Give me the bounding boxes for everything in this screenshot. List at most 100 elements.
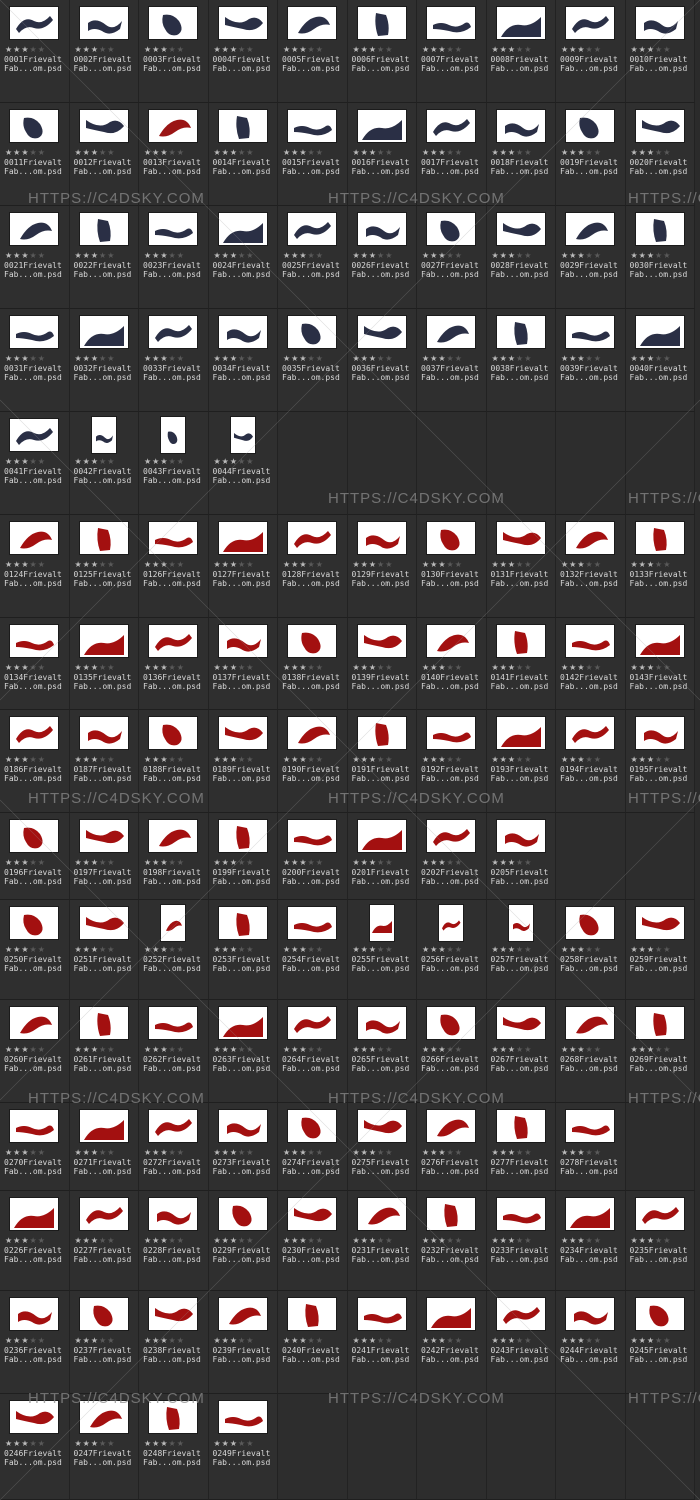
file-thumbnail-item[interactable]: ★★★★★ 0195Frievalt Fab...om.psd [625, 710, 695, 813]
file-thumbnail-item[interactable]: ★★★★★ 0031Frievalt Fab...om.psd [0, 309, 70, 412]
file-thumbnail-item[interactable]: ★★★★★ 0201Frievalt Fab...om.psd [347, 813, 417, 900]
file-thumbnail-item[interactable]: ★★★★★ 0012Frievalt Fab...om.psd [69, 103, 139, 206]
file-thumbnail-item[interactable]: ★★★★★ 0143Frievalt Fab...om.psd [625, 618, 695, 710]
file-thumbnail-item[interactable]: ★★★★★ 0231Frievalt Fab...om.psd [347, 1191, 417, 1291]
rating-stars[interactable]: ★★★★★ [631, 251, 672, 260]
rating-stars[interactable]: ★★★★★ [283, 148, 324, 157]
file-thumbnail-item[interactable]: ★★★★★ 0036Frievalt Fab...om.psd [347, 309, 417, 412]
file-thumbnail-item[interactable]: ★★★★★ 0138Frievalt Fab...om.psd [278, 618, 348, 710]
rating-stars[interactable]: ★★★★★ [492, 251, 533, 260]
rating-stars[interactable]: ★★★★★ [422, 148, 463, 157]
file-thumbnail-item[interactable]: ★★★★★ 0004Frievalt Fab...om.psd [208, 0, 278, 103]
file-thumbnail-item[interactable]: ★★★★★ 0186Frievalt Fab...om.psd [0, 710, 70, 813]
rating-stars[interactable]: ★★★★★ [75, 663, 116, 672]
file-thumbnail-item[interactable]: ★★★★★ 0009Frievalt Fab...om.psd [556, 0, 626, 103]
file-thumbnail-item[interactable]: ★★★★★ 0187Frievalt Fab...om.psd [69, 710, 139, 813]
file-thumbnail-item[interactable]: ★★★★★ 0190Frievalt Fab...om.psd [278, 710, 348, 813]
file-thumbnail-item[interactable]: ★★★★★ 0272Frievalt Fab...om.psd [139, 1103, 209, 1191]
rating-stars[interactable]: ★★★★★ [5, 1336, 46, 1345]
file-thumbnail-item[interactable]: ★★★★★ 0041Frievalt Fab...om.psd [0, 412, 70, 515]
rating-stars[interactable]: ★★★★★ [492, 1236, 533, 1245]
rating-stars[interactable]: ★★★★★ [75, 1236, 116, 1245]
rating-stars[interactable]: ★★★★★ [492, 354, 533, 363]
file-thumbnail-item[interactable]: ★★★★★ 0260Frievalt Fab...om.psd [0, 1000, 70, 1103]
file-thumbnail-item[interactable]: ★★★★★ 0130Frievalt Fab...om.psd [417, 515, 487, 618]
file-thumbnail-item[interactable]: ★★★★★ 0189Frievalt Fab...om.psd [208, 710, 278, 813]
rating-stars[interactable]: ★★★★★ [283, 945, 324, 954]
rating-stars[interactable]: ★★★★★ [75, 1148, 116, 1157]
file-thumbnail-item[interactable]: ★★★★★ 0251Frievalt Fab...om.psd [69, 900, 139, 1000]
rating-stars[interactable]: ★★★★★ [492, 560, 533, 569]
file-thumbnail-item[interactable]: ★★★★★ 0268Frievalt Fab...om.psd [556, 1000, 626, 1103]
rating-stars[interactable]: ★★★★★ [561, 354, 602, 363]
rating-stars[interactable]: ★★★★★ [144, 148, 185, 157]
file-thumbnail-item[interactable]: ★★★★★ 0141Frievalt Fab...om.psd [486, 618, 556, 710]
file-thumbnail-item[interactable]: ★★★★★ 0018Frievalt Fab...om.psd [486, 103, 556, 206]
file-thumbnail-item[interactable]: ★★★★★ 0267Frievalt Fab...om.psd [486, 1000, 556, 1103]
rating-stars[interactable]: ★★★★★ [631, 663, 672, 672]
file-thumbnail-item[interactable]: ★★★★★ 0133Frievalt Fab...om.psd [625, 515, 695, 618]
file-thumbnail-item[interactable]: ★★★★★ 0237Frievalt Fab...om.psd [69, 1291, 139, 1394]
rating-stars[interactable]: ★★★★★ [5, 1045, 46, 1054]
file-thumbnail-item[interactable]: ★★★★★ 0001Frievalt Fab...om.psd [0, 0, 70, 103]
rating-stars[interactable]: ★★★★★ [75, 945, 116, 954]
file-thumbnail-item[interactable]: ★★★★★ 0142Frievalt Fab...om.psd [556, 618, 626, 710]
file-thumbnail-item[interactable]: ★★★★★ 0253Frievalt Fab...om.psd [208, 900, 278, 1000]
file-thumbnail-item[interactable]: ★★★★★ 0270Frievalt Fab...om.psd [0, 1103, 70, 1191]
file-thumbnail-item[interactable]: ★★★★★ 0275Frievalt Fab...om.psd [347, 1103, 417, 1191]
file-thumbnail-item[interactable]: ★★★★★ 0265Frievalt Fab...om.psd [347, 1000, 417, 1103]
file-thumbnail-item[interactable]: ★★★★★ 0234Frievalt Fab...om.psd [556, 1191, 626, 1291]
rating-stars[interactable]: ★★★★★ [75, 755, 116, 764]
file-thumbnail-item[interactable]: ★★★★★ 0032Frievalt Fab...om.psd [69, 309, 139, 412]
rating-stars[interactable]: ★★★★★ [5, 354, 46, 363]
rating-stars[interactable]: ★★★★★ [492, 945, 533, 954]
rating-stars[interactable]: ★★★★★ [353, 663, 394, 672]
file-thumbnail-item[interactable]: ★★★★★ 0029Frievalt Fab...om.psd [556, 206, 626, 309]
file-thumbnail-item[interactable]: ★★★★★ 0034Frievalt Fab...om.psd [208, 309, 278, 412]
file-thumbnail-item[interactable]: ★★★★★ 0026Frievalt Fab...om.psd [347, 206, 417, 309]
rating-stars[interactable]: ★★★★★ [353, 1148, 394, 1157]
rating-stars[interactable]: ★★★★★ [422, 1336, 463, 1345]
rating-stars[interactable]: ★★★★★ [283, 354, 324, 363]
file-thumbnail-item[interactable]: ★★★★★ 0039Frievalt Fab...om.psd [556, 309, 626, 412]
file-thumbnail-item[interactable]: ★★★★★ 0242Frievalt Fab...om.psd [417, 1291, 487, 1394]
rating-stars[interactable]: ★★★★★ [214, 1148, 255, 1157]
file-thumbnail-item[interactable]: ★★★★★ 0202Frievalt Fab...om.psd [417, 813, 487, 900]
file-thumbnail-item[interactable]: ★★★★★ 0276Frievalt Fab...om.psd [417, 1103, 487, 1191]
file-thumbnail-item[interactable]: ★★★★★ 0188Frievalt Fab...om.psd [139, 710, 209, 813]
rating-stars[interactable]: ★★★★★ [144, 1336, 185, 1345]
rating-stars[interactable]: ★★★★★ [631, 148, 672, 157]
file-thumbnail-item[interactable]: ★★★★★ 0006Frievalt Fab...om.psd [347, 0, 417, 103]
file-thumbnail-item[interactable]: ★★★★★ 0236Frievalt Fab...om.psd [0, 1291, 70, 1394]
rating-stars[interactable]: ★★★★★ [5, 663, 46, 672]
file-thumbnail-item[interactable]: ★★★★★ 0043Frievalt Fab...om.psd [139, 412, 209, 515]
file-thumbnail-item[interactable]: ★★★★★ 0016Frievalt Fab...om.psd [347, 103, 417, 206]
rating-stars[interactable]: ★★★★★ [561, 251, 602, 260]
file-thumbnail-item[interactable]: ★★★★★ 0243Frievalt Fab...om.psd [486, 1291, 556, 1394]
rating-stars[interactable]: ★★★★★ [144, 354, 185, 363]
rating-stars[interactable]: ★★★★★ [422, 1148, 463, 1157]
file-thumbnail-item[interactable]: ★★★★★ 0269Frievalt Fab...om.psd [625, 1000, 695, 1103]
rating-stars[interactable]: ★★★★★ [5, 1439, 46, 1448]
rating-stars[interactable]: ★★★★★ [144, 755, 185, 764]
file-thumbnail-item[interactable]: ★★★★★ 0023Frievalt Fab...om.psd [139, 206, 209, 309]
rating-stars[interactable]: ★★★★★ [75, 858, 116, 867]
rating-stars[interactable]: ★★★★★ [561, 663, 602, 672]
file-thumbnail-item[interactable]: ★★★★★ 0244Frievalt Fab...om.psd [556, 1291, 626, 1394]
rating-stars[interactable]: ★★★★★ [353, 560, 394, 569]
rating-stars[interactable]: ★★★★★ [492, 1336, 533, 1345]
file-thumbnail-item[interactable]: ★★★★★ 0020Frievalt Fab...om.psd [625, 103, 695, 206]
file-thumbnail-item[interactable]: ★★★★★ 0037Frievalt Fab...om.psd [417, 309, 487, 412]
file-thumbnail-item[interactable]: ★★★★★ 0196Frievalt Fab...om.psd [0, 813, 70, 900]
rating-stars[interactable]: ★★★★★ [353, 858, 394, 867]
rating-stars[interactable]: ★★★★★ [214, 354, 255, 363]
rating-stars[interactable]: ★★★★★ [214, 1336, 255, 1345]
rating-stars[interactable]: ★★★★★ [214, 663, 255, 672]
rating-stars[interactable]: ★★★★★ [5, 45, 46, 54]
file-thumbnail-item[interactable]: ★★★★★ 0230Frievalt Fab...om.psd [278, 1191, 348, 1291]
rating-stars[interactable]: ★★★★★ [5, 858, 46, 867]
rating-stars[interactable]: ★★★★★ [631, 945, 672, 954]
rating-stars[interactable]: ★★★★★ [5, 1148, 46, 1157]
file-thumbnail-item[interactable]: ★★★★★ 0024Frievalt Fab...om.psd [208, 206, 278, 309]
rating-stars[interactable]: ★★★★★ [75, 457, 116, 466]
